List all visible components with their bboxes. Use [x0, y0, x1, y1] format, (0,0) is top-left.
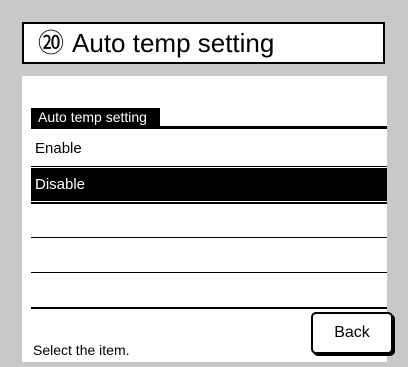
row-divider	[31, 166, 387, 167]
screen-number: ⑳	[38, 28, 65, 58]
option-enable[interactable]: Enable	[31, 132, 387, 165]
list-bottom-divider	[31, 307, 387, 309]
option-disable[interactable]: Disable	[31, 168, 387, 201]
section-divider	[31, 126, 387, 129]
row-divider	[31, 202, 387, 204]
title-bar: ⑳ Auto temp setting	[22, 22, 385, 64]
row-divider	[31, 272, 387, 273]
status-text: Select the item.	[33, 342, 130, 358]
back-button[interactable]: Back	[311, 312, 393, 354]
row-divider	[31, 237, 387, 238]
section-label: Auto temp setting	[31, 108, 160, 126]
settings-panel: Auto temp setting Enable Disable Select …	[22, 76, 393, 362]
page-title: Auto temp setting	[72, 28, 275, 58]
